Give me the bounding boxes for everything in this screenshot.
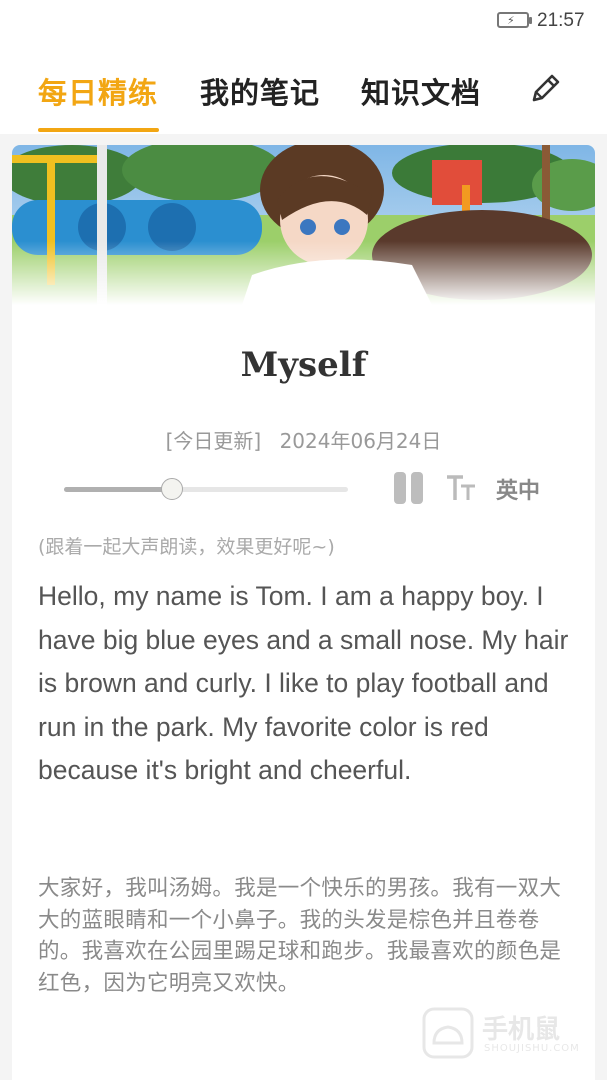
font-size-icon[interactable]: [445, 472, 479, 504]
english-passage: Hello, my name is Tom. I am a happy boy.…: [38, 581, 569, 786]
audio-progress-thumb[interactable]: [160, 478, 183, 500]
language-toggle-button[interactable]: 英中: [496, 473, 540, 505]
article-banner-image: [12, 145, 595, 305]
reading-hint: (跟着一起大声朗读，效果更好呢~): [38, 536, 335, 558]
watermark-text: 手机鼠: [482, 1015, 561, 1045]
watermark-subtext: SHOUJISHU.COM: [484, 1043, 580, 1054]
pencil-icon[interactable]: [526, 68, 566, 108]
article-date-line: [今日更新] 2024年06月24日: [12, 425, 595, 454]
chinese-translation: 大家好，我叫汤姆。我是一个快乐的男孩。我有一双大大的蓝眼睛和一个小鼻子。我的头发…: [38, 876, 562, 997]
top-tab-bar: 每日精练 我的笔记 知识文档: [0, 42, 607, 134]
tab-daily-practice[interactable]: 每日精练: [38, 70, 158, 112]
article-card: Myself [今日更新] 2024年06月24日 英中 (跟着一起大声朗读，效…: [12, 145, 595, 1080]
status-bar: ⚡ 21:57: [0, 0, 607, 42]
audio-progress-fill: [64, 487, 172, 492]
status-time: 21:57: [537, 10, 585, 31]
audio-player: 英中: [12, 470, 595, 506]
audio-progress-slider[interactable]: [64, 478, 348, 500]
watermark: 手机鼠 SHOUJISHU.COM: [420, 1005, 590, 1065]
update-tag: [今日更新]: [165, 429, 262, 453]
battery-charging-icon: ⚡: [497, 12, 532, 28]
watermark-logo-icon: [422, 1007, 474, 1059]
article-date: 2024年06月24日: [279, 429, 442, 453]
pause-icon[interactable]: [394, 472, 424, 504]
tab-my-notes[interactable]: 我的笔记: [200, 70, 320, 112]
article-title: Myself: [240, 345, 367, 385]
active-tab-indicator: [38, 128, 159, 132]
tab-knowledge-docs[interactable]: 知识文档: [361, 70, 481, 112]
